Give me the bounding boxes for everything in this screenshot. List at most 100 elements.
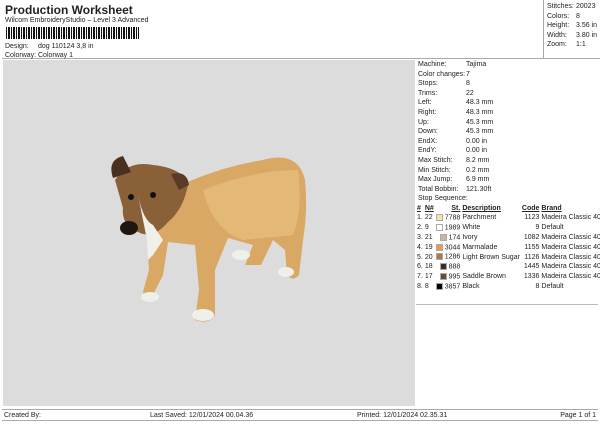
machine-label: Up:	[418, 118, 429, 126]
color-code: 1123	[524, 214, 540, 222]
color-description: Ivory	[462, 233, 478, 241]
color-code: 1155	[524, 243, 540, 251]
machine-row: Right: 48.3 mm	[416, 108, 598, 118]
color-swatch	[439, 273, 447, 280]
stat-label: Stitches:	[547, 3, 574, 10]
stat-row: Zoom: 1:1	[547, 40, 600, 50]
color-swatch	[435, 243, 443, 251]
machine-label: Total Bobbin:	[418, 185, 459, 193]
page-title: Production Worksheet	[5, 3, 133, 17]
column-header: St.	[451, 205, 461, 212]
column-header: N#	[424, 205, 434, 212]
stop-index: 3.	[417, 233, 423, 241]
color-code: 1082	[523, 233, 540, 241]
stat-value: 20023	[576, 3, 596, 10]
machine-row: Max Stitch: 8.2 mm	[416, 156, 598, 166]
stat-label: Colors:	[547, 12, 570, 20]
machine-row: Total Bobbin: 121.30ft	[416, 185, 598, 195]
color-swatch	[435, 224, 443, 232]
machine-label: EndX:	[418, 137, 438, 145]
machine-label: Trims:	[418, 89, 438, 97]
stitch-count: 174	[435, 233, 462, 243]
machine-label: Max Jump:	[418, 176, 453, 184]
stat-row: Height: 3.56 in	[547, 21, 600, 31]
color-code: 8	[535, 282, 540, 290]
colorway-value: Colorway 1	[38, 52, 74, 59]
stat-row: Width: 3.80 in	[547, 31, 600, 41]
machine-value: 48.3 mm	[466, 108, 494, 116]
thread-brand: Default	[541, 282, 564, 290]
stitch-value: 1989	[444, 224, 461, 232]
machine-value: 121.30ft	[466, 185, 492, 193]
machine-info: Machine: Tajima Color changes: 7 Stops: 8 Trim…	[416, 60, 598, 194]
stitch-value: 3044	[444, 243, 461, 251]
needle-number: 8	[424, 282, 429, 290]
machine-row: Trims: 22	[416, 89, 598, 99]
machine-row: Color changes: 7	[416, 70, 598, 80]
stitch-count: 995	[435, 272, 462, 282]
thread-brand: Madeira Classic 40	[541, 253, 600, 261]
dog-embroidery-image	[111, 156, 307, 322]
stitch-value: 1286	[444, 253, 461, 261]
machine-value: 48.3 mm	[466, 99, 494, 107]
machine-value: 0.00 in	[466, 147, 488, 155]
table-row: 2. 9 1989 White 9 Default	[416, 223, 600, 233]
table-row: 1. 22 7788 Parchment 1123 Madeira Classic 40	[416, 213, 600, 223]
stat-label: Zoom:	[547, 41, 567, 48]
stat-value: 3.56 in	[576, 22, 598, 29]
stop-index: 8.	[417, 282, 423, 290]
stitch-count: 3857	[435, 282, 462, 292]
color-description: Parchment	[462, 214, 497, 222]
stop-sequence-title: Stop Sequence:	[418, 195, 468, 202]
machine-value: 45.3 mm	[466, 128, 494, 136]
thread-brand: Madeira Classic 40	[541, 233, 600, 241]
created-by: Created By:	[4, 412, 41, 419]
needle-number: 9	[424, 224, 429, 232]
table-row: 7. 17 995 Saddle Brown 1336 Madeira Classic …	[416, 272, 600, 282]
machine-label: Down:	[418, 128, 438, 136]
color-swatch	[435, 253, 443, 261]
machine-value: 8.2 mm	[466, 156, 490, 164]
divider	[416, 304, 598, 305]
color-code: 1126	[524, 253, 540, 261]
stat-value: 8	[576, 12, 580, 20]
table-row: 3. 21 174 Ivory 1082 Madeira Classic 40	[416, 233, 600, 243]
stop-index: 7.	[417, 273, 423, 281]
color-description	[461, 262, 521, 272]
stat-value: 1:1	[576, 41, 586, 48]
table-row: 5. 20 1286 Light Brown Sugar 1126 Madeira Cl…	[416, 252, 600, 262]
color-description: Marmalade	[462, 243, 498, 251]
color-code: 9	[535, 224, 540, 232]
machine-value: 0.00 in	[466, 137, 488, 145]
machine-row: Down: 45.3 mm	[416, 127, 598, 137]
footer: Created By: Last Saved: 12/01/2024 00.04…	[2, 409, 598, 421]
thread-brand: Madeira Classic 40	[541, 214, 600, 222]
stat-row: Colors: 8	[547, 12, 600, 22]
design-value: dog 110124 3,8 in	[38, 43, 94, 50]
color-swatch	[435, 214, 443, 222]
software-name: Wilcom EmbroideryStudio – Level 3 Advanc…	[5, 17, 149, 24]
column-header: Brand	[541, 205, 562, 212]
page-number: Page 1 of 1	[560, 412, 596, 419]
design-preview	[3, 60, 415, 406]
table-row: 4. 19 3044 Marmalade 1155 Madeira Classic 40	[416, 242, 600, 252]
machine-label: Max Stitch:	[418, 156, 453, 164]
machine-row: Stops: 8	[416, 79, 598, 89]
machine-row: Left: 48.3 mm	[416, 98, 598, 108]
stitch-value: 7788	[444, 214, 461, 222]
table-row: 8. 8 3857 Black 8 Default	[416, 282, 600, 292]
machine-value: 6.9 mm	[466, 176, 490, 184]
column-header: #	[417, 205, 421, 212]
stats-box: Stitches: 20023 Colors: 8 Height: 3.56 in Widt…	[543, 0, 600, 59]
color-description: Saddle Brown	[462, 273, 506, 281]
stitch-value: 3857	[444, 283, 461, 291]
stop-index: 1.	[417, 214, 423, 222]
machine-row: Min Stitch: 0.2 mm	[416, 166, 598, 176]
column-header: Code	[521, 205, 540, 212]
stitch-count: 7788	[435, 213, 462, 223]
colorway-label: Colorway:	[5, 52, 37, 59]
machine-row: Machine: Tajima	[416, 60, 598, 70]
needle-number: 17	[424, 273, 433, 281]
needle-number: 18	[424, 263, 433, 271]
stat-label: Height:	[547, 22, 570, 29]
